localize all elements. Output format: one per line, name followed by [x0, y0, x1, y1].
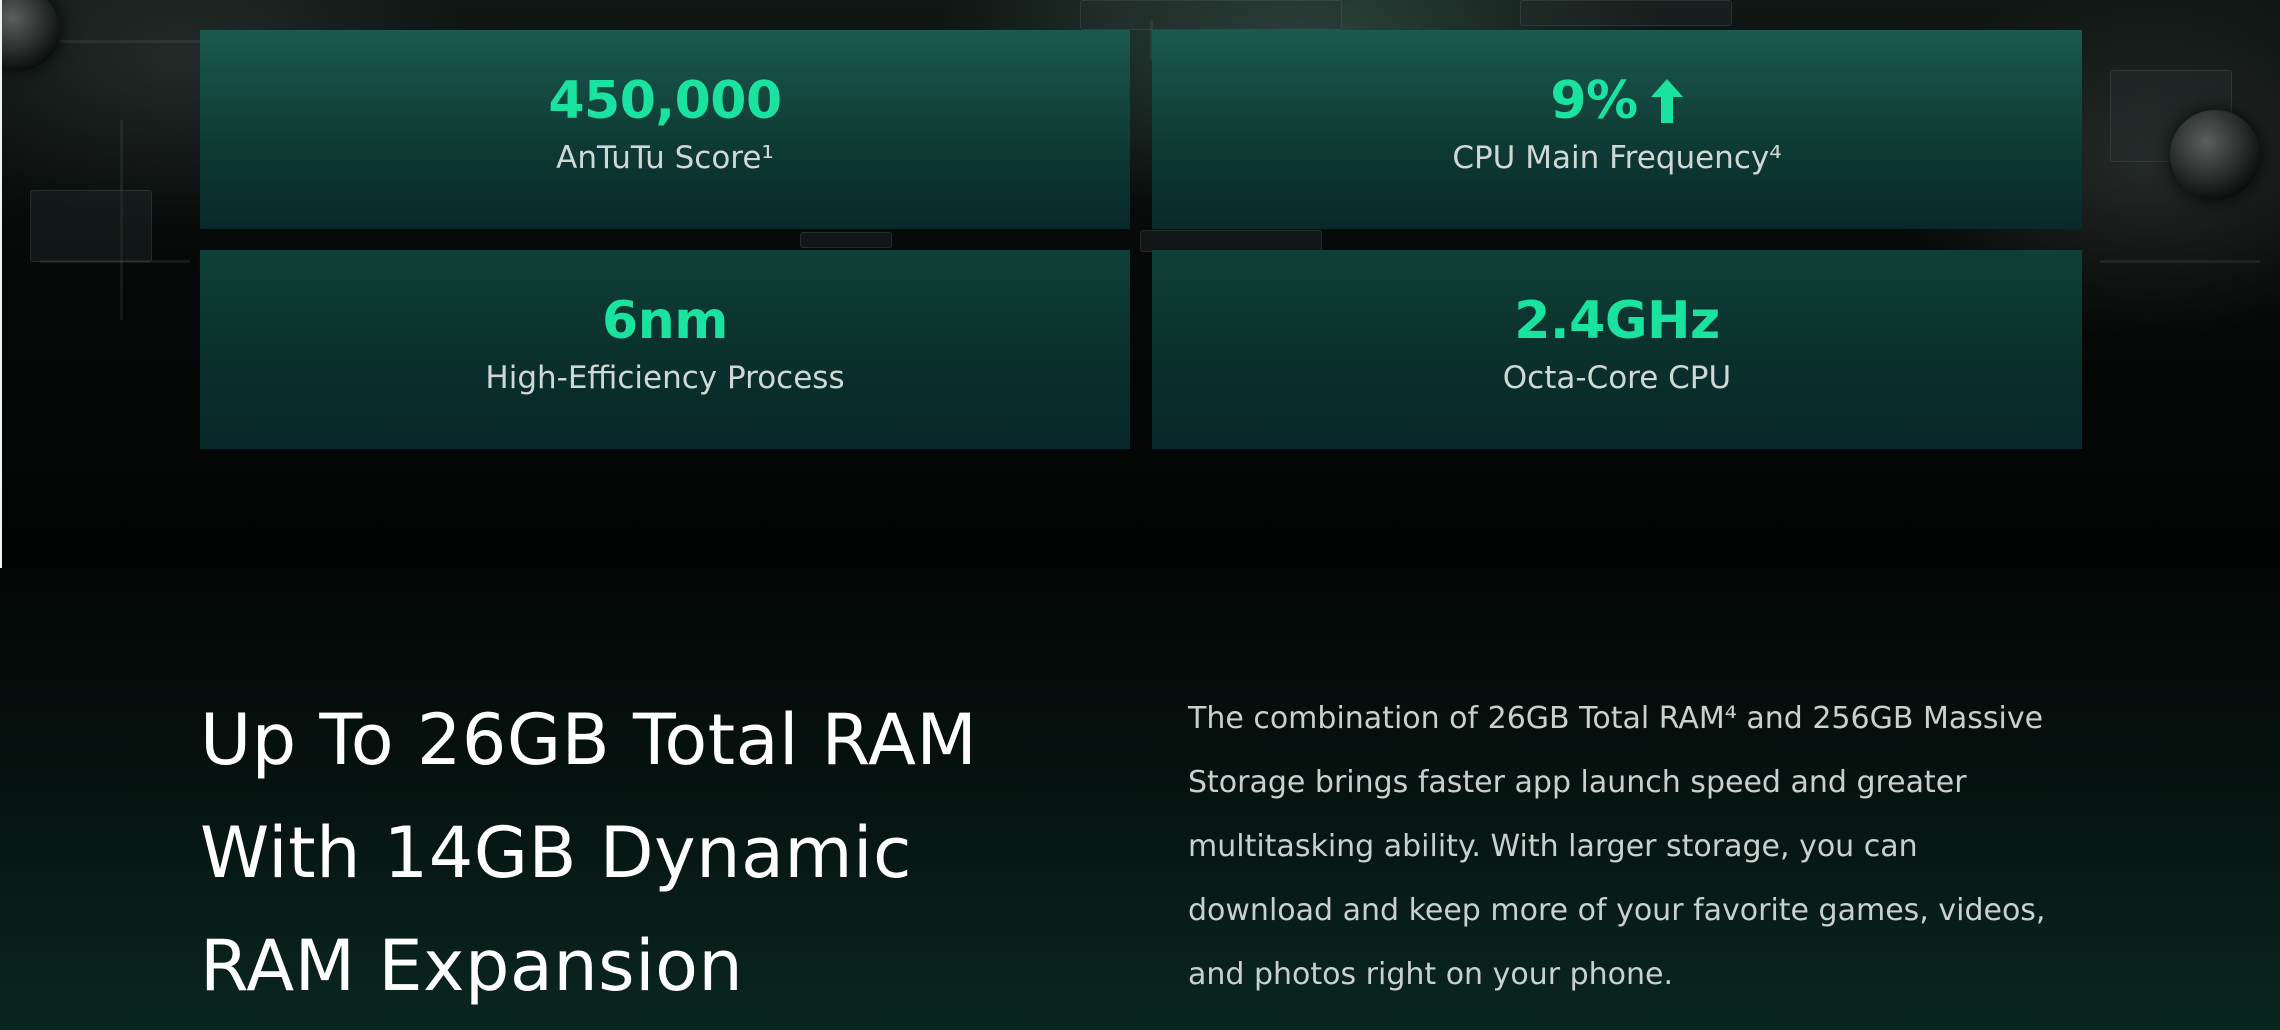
stat-card-cpu-frequency: 9% CPU Main Frequency⁴ [1152, 30, 2082, 229]
ram-section-heading: Up To 26GB Total RAM With 14GB Dynamic R… [200, 684, 1100, 1023]
stat-value: 2.4GHz [1514, 290, 1720, 352]
heading-line: RAM Expansion [200, 925, 744, 1007]
page: 450,000 AnTuTu Score¹ 9% CPU Main Freque… [0, 0, 2280, 1030]
stat-label: High-Efficiency Process [485, 359, 845, 396]
stat-value: 9% [1550, 70, 1683, 132]
ram-section-description: The combination of 26GB Total RAM⁴ and 2… [1188, 687, 2088, 1007]
heading-line: Up To 26GB Total RAM [200, 699, 978, 781]
stat-value: 450,000 [548, 70, 782, 132]
stat-card-antutu: 450,000 AnTuTu Score¹ [200, 30, 1130, 229]
description-line: and photos right on your phone. [1188, 957, 1674, 992]
description-line: Storage brings faster app launch speed a… [1188, 765, 1967, 800]
heading-line: With 14GB Dynamic [200, 812, 912, 894]
stat-value-text: 9% [1550, 70, 1638, 131]
stat-value-text: 450,000 [548, 70, 782, 131]
left-edge-divider [0, 0, 2, 568]
stat-value-text: 6nm [602, 290, 728, 351]
ram-section: Up To 26GB Total RAM With 14GB Dynamic R… [0, 568, 2280, 1030]
stat-card-process: 6nm High-Efficiency Process [200, 250, 1130, 449]
stat-card-cpu-cores: 2.4GHz Octa-Core CPU [1152, 250, 2082, 449]
stats-grid: 450,000 AnTuTu Score¹ 9% CPU Main Freque… [200, 30, 2082, 449]
stat-label: AnTuTu Score¹ [556, 139, 774, 176]
stat-value: 6nm [602, 290, 728, 352]
description-line: download and keep more of your favorite … [1188, 893, 2046, 928]
stat-label: Octa-Core CPU [1502, 359, 1732, 396]
stat-label: CPU Main Frequency⁴ [1452, 139, 1782, 176]
stat-value-text: 2.4GHz [1514, 290, 1720, 351]
description-line: The combination of 26GB Total RAM⁴ and 2… [1188, 701, 2044, 736]
arrow-up-icon [1650, 77, 1684, 125]
description-line: multitasking ability. With larger storag… [1188, 829, 1918, 864]
